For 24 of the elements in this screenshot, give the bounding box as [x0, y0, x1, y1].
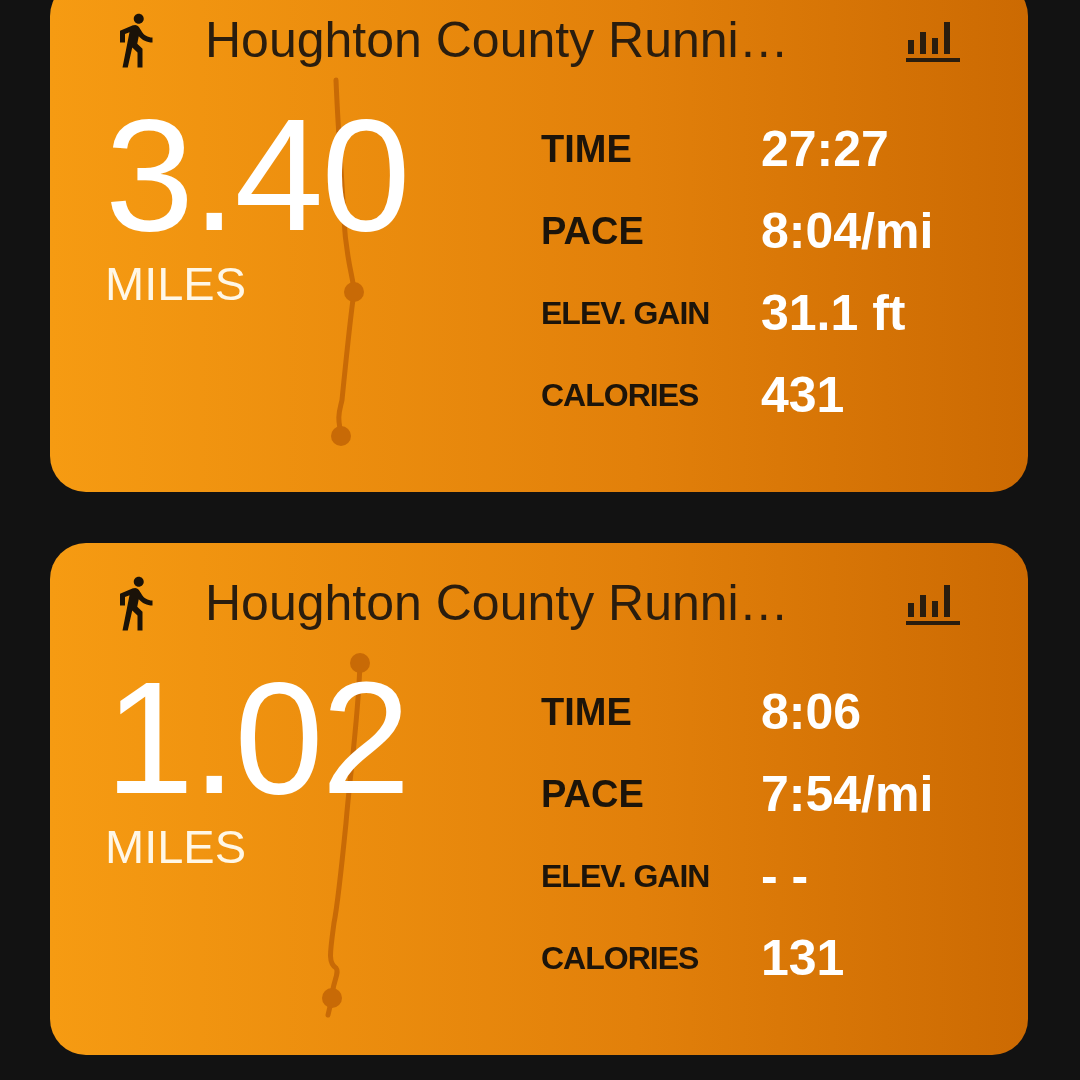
stat-label: ELEV. GAIN [541, 856, 711, 896]
stat-label: TIME [541, 689, 633, 735]
stat-value: 7:54/mi [761, 765, 935, 824]
stat-value: 8:06 [761, 683, 863, 742]
distance-unit: MILES [105, 819, 247, 874]
stat-label: PACE [541, 208, 645, 254]
stat-label: CALORIES [541, 938, 700, 978]
stat-label: CALORIES [541, 375, 700, 415]
stat-label: ELEV. GAIN [541, 293, 711, 333]
stat-value: 31.1 ft [761, 284, 907, 343]
distance-value: 1.02 [105, 663, 409, 813]
activity-card[interactable]: Houghton County Runni… 1.02 MILES TIME 8:06 PACE 7:54/mi ELEV. GAIN - - CALORIES 131 [50, 543, 1028, 1055]
stat-value: 431 [761, 366, 846, 425]
stat-value: 27:27 [761, 120, 890, 179]
distance-unit: MILES [105, 256, 247, 311]
activity-title: Houghton County Runni… [205, 11, 790, 69]
stat-label: PACE [541, 771, 645, 817]
stat-value: 8:04/mi [761, 202, 935, 261]
activity-card[interactable]: Houghton County Runni… 3.40 MILES TIME 27:27 PACE 8:04/mi ELEV. GAIN 31.1 ft CALORIES 431 [50, 0, 1028, 492]
stat-value: - - [761, 847, 810, 906]
stat-value: 131 [761, 929, 846, 988]
distance-value: 3.40 [105, 100, 409, 250]
stat-label: TIME [541, 126, 633, 172]
activity-title: Houghton County Runni… [205, 574, 790, 632]
